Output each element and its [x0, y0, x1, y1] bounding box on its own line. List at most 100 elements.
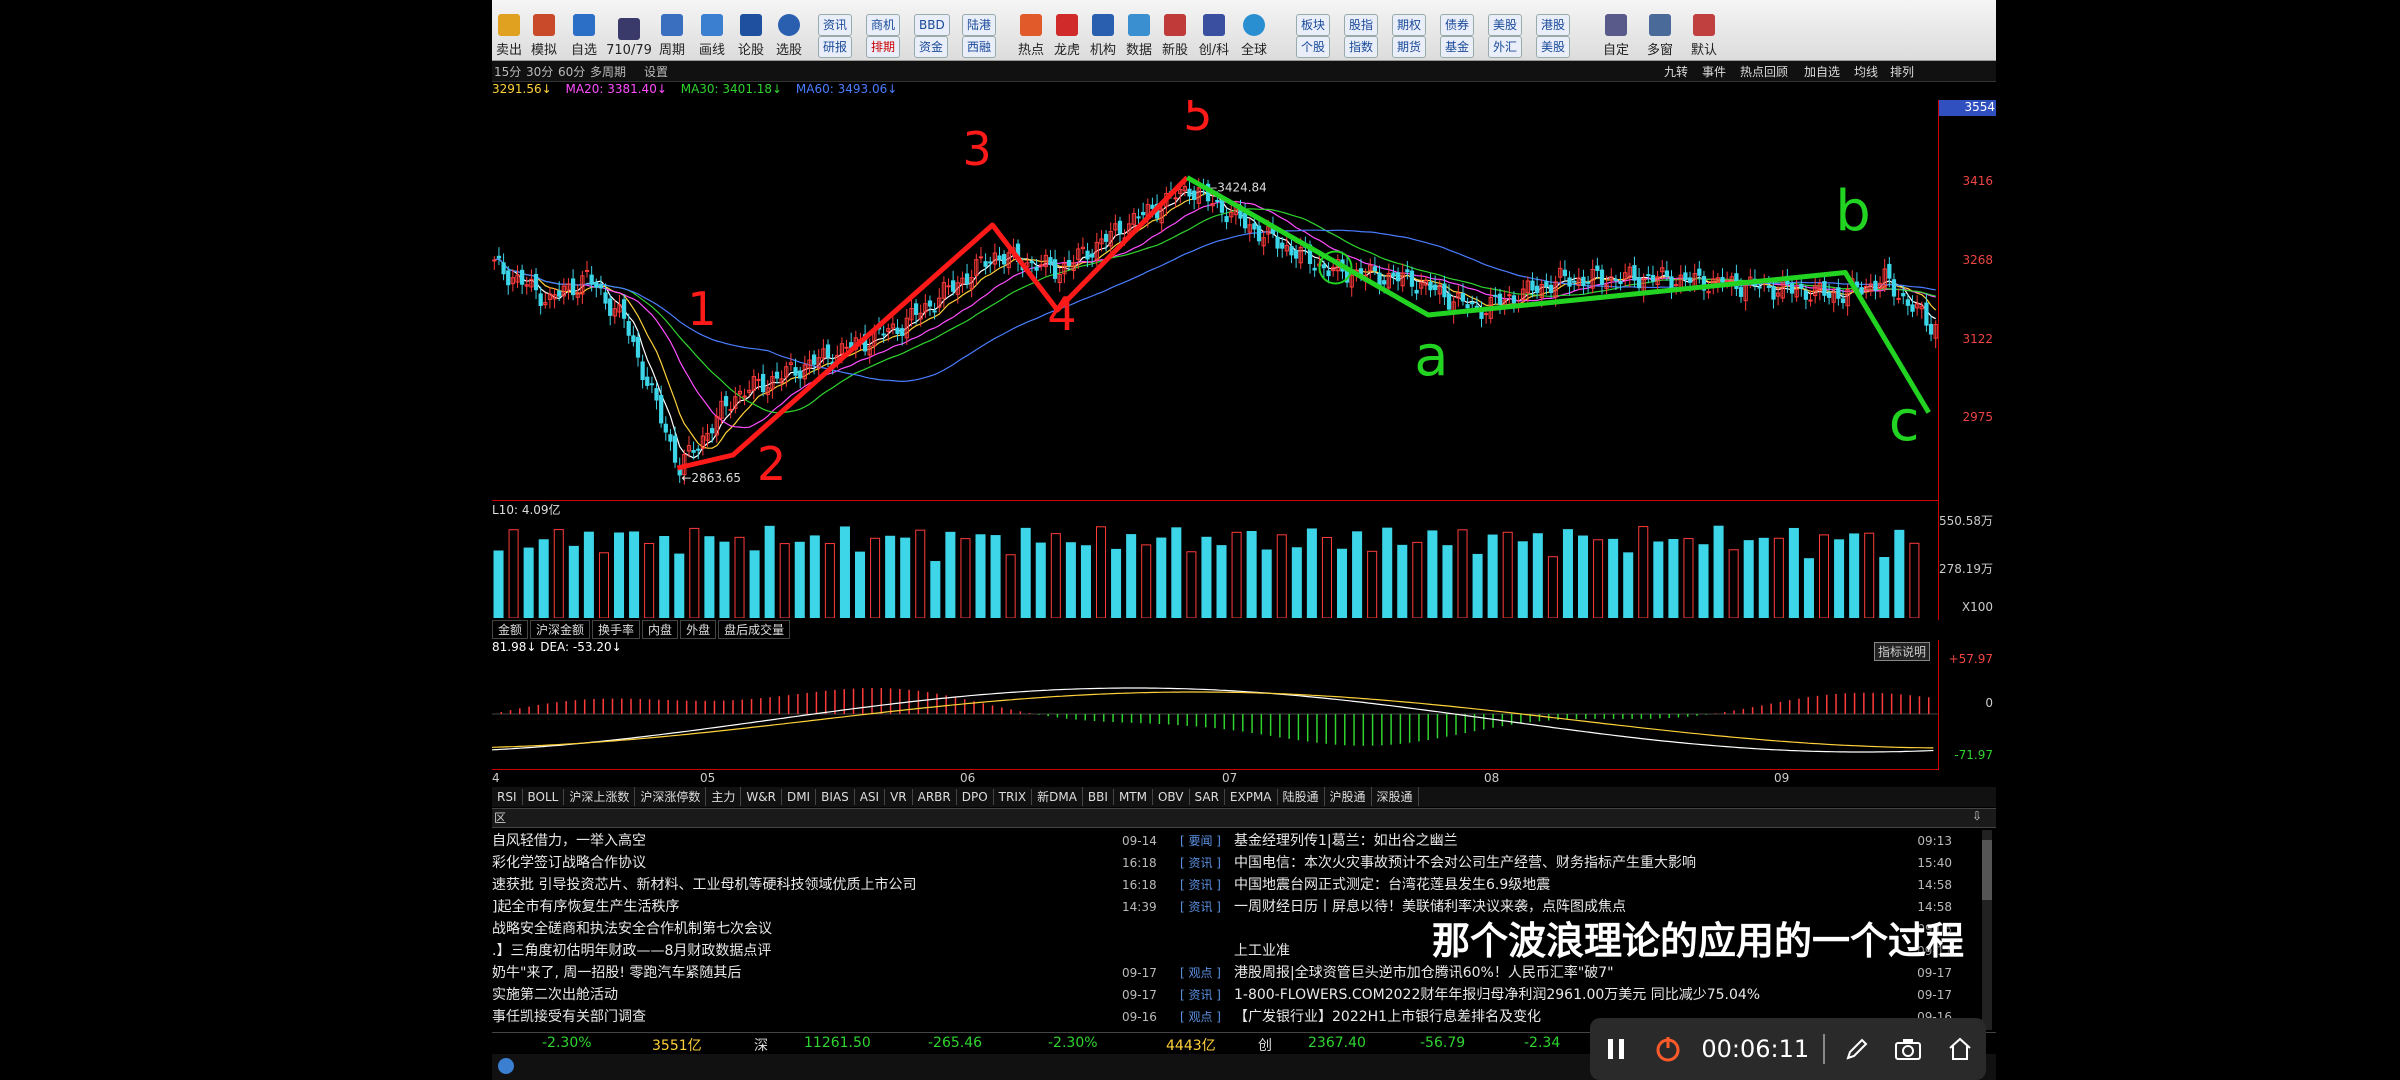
toolbar-screener-button[interactable]: 选股	[772, 4, 806, 58]
pill-funds[interactable]: 资金	[914, 36, 949, 58]
download-icon[interactable]: ⇩	[1972, 809, 1982, 823]
indicator-tab[interactable]: 深股通	[1372, 787, 1419, 806]
news-item[interactable]: .】三角度初估明年财政——8月财政数据点评	[492, 940, 1092, 962]
menu-arrange[interactable]: 排列	[1890, 63, 1914, 80]
vtab-amount[interactable]: 金额	[492, 620, 529, 639]
news-item[interactable]: 09-17 [ 观点 ] 港股周报|全球资管巨头逆市加仓腾讯60%！人民币汇率"破7…	[1122, 962, 1952, 984]
pill-forex[interactable]: 外汇	[1488, 36, 1523, 58]
indicator-tab[interactable]: DPO	[957, 789, 994, 805]
vtab-turnover[interactable]: 换手率	[592, 620, 641, 639]
indicator-tab[interactable]: MTM	[1114, 789, 1153, 805]
menu-hot-review[interactable]: 热点回顾	[1740, 63, 1788, 80]
toolbar-watchlist-button[interactable]: 自选	[566, 4, 602, 58]
menu-add-watch[interactable]: 加自选	[1804, 63, 1840, 80]
news-scrollbar[interactable]	[1982, 830, 1992, 1030]
indicator-tab[interactable]: ARBR	[913, 789, 957, 805]
toolbar-default-button[interactable]: 默认	[1684, 4, 1724, 58]
pill-hk-stocks[interactable]: 港股	[1536, 14, 1571, 36]
toolbar-period-button[interactable]: 周期	[654, 4, 690, 58]
period-multi[interactable]: 多周期	[590, 63, 626, 80]
news-item[interactable]: ]起全市有序恢复生产生活秩序	[492, 896, 1092, 918]
indicator-tab[interactable]: BOLL	[523, 789, 565, 805]
news-item[interactable]: 16:18 [ 资讯 ] 中国地震台网正式测定：台湾花莲县发生6.9级地震 14:58	[1122, 874, 1952, 896]
candlestick-chart[interactable]: —3424.84←2863.6512345abc	[492, 100, 1938, 500]
pill-us-2[interactable]: 美股	[1536, 36, 1571, 58]
news-item[interactable]: 战略安全磋商和执法安全合作机制第七次会议	[492, 918, 1092, 940]
vtab-outer[interactable]: 外盘	[680, 620, 717, 639]
pill-single-stock[interactable]: 个股	[1296, 36, 1331, 58]
pill-lugang[interactable]: 陆港	[962, 14, 997, 36]
indicator-tab[interactable]: W&R	[741, 789, 782, 805]
pill-index[interactable]: 指数	[1344, 36, 1379, 58]
news-item[interactable]: 实施第二次出舱活动	[492, 984, 1092, 1006]
indicator-tab[interactable]: RSI	[492, 789, 523, 805]
period-30m[interactable]: 30分	[526, 63, 553, 80]
vtab-inner[interactable]: 内盘	[642, 620, 679, 639]
pill-news[interactable]: 资讯	[818, 14, 853, 36]
pill-futures[interactable]: 期货	[1392, 36, 1427, 58]
toolbar-simulate-button[interactable]: 模拟	[526, 4, 562, 58]
pill-options[interactable]: 期权	[1392, 14, 1427, 36]
toolbar-star-market-button[interactable]: 创/科	[1194, 4, 1234, 58]
pill-bonds[interactable]: 债券	[1440, 14, 1475, 36]
toolbar-global-button[interactable]: 全球	[1236, 4, 1272, 58]
pill-bbd[interactable]: BBD	[914, 14, 950, 36]
toolbar-custom-button[interactable]: 自定	[1596, 4, 1636, 58]
indicator-tab[interactable]: 沪股通	[1325, 787, 1372, 806]
menu-nine-turns[interactable]: 九转	[1664, 63, 1688, 80]
home-icon[interactable]	[1944, 1031, 1976, 1067]
indicator-tab[interactable]: BIAS	[816, 789, 855, 805]
indicator-help-button[interactable]: 指标说明	[1874, 642, 1931, 661]
indicator-tab[interactable]: SAR	[1190, 789, 1225, 805]
indicator-tab[interactable]: DMI	[782, 789, 817, 805]
toolbar-institution-button[interactable]: 机构	[1086, 4, 1120, 58]
toolbar-multiwindow-button[interactable]: 多窗	[1640, 4, 1680, 58]
indicator-tab[interactable]: OBV	[1153, 789, 1190, 805]
pill-us-stocks[interactable]: 美股	[1488, 14, 1523, 36]
pill-opportunity[interactable]: 商机	[866, 14, 901, 36]
pill-sector[interactable]: 板块	[1296, 14, 1331, 36]
indicator-tab[interactable]: BBI	[1083, 789, 1114, 805]
news-item[interactable]: 事任凯接受有关部门调查	[492, 1006, 1092, 1028]
news-item[interactable]: 彩化学签订战略合作协议	[492, 852, 1092, 874]
indicator-tab[interactable]: ASI	[855, 789, 886, 805]
app-icon[interactable]	[498, 1058, 514, 1074]
pill-schedule[interactable]: 排期	[866, 36, 901, 58]
toolbar-discuss-button[interactable]: 论股	[734, 4, 768, 58]
toolbar-draw-button[interactable]: 画线	[694, 4, 730, 58]
pause-icon[interactable]	[1600, 1031, 1632, 1067]
indicator-tab[interactable]: 陆股通	[1278, 787, 1325, 806]
period-settings[interactable]: 设置	[644, 63, 668, 80]
news-item[interactable]: 速获批 引导投资芯片、新材料、工业母机等硬科技领域优质上市公司	[492, 874, 1092, 896]
menu-ma[interactable]: 均线	[1854, 63, 1878, 80]
pill-xirong[interactable]: 西融	[962, 36, 997, 58]
pill-research[interactable]: 研报	[818, 36, 853, 58]
news-item[interactable]: 奶牛"来了, 周一招股! 零跑汽车紧随其后	[492, 962, 1092, 984]
toolbar-dragon-button[interactable]: 龙虎	[1050, 4, 1084, 58]
camera-icon[interactable]	[1893, 1031, 1925, 1067]
toolbar-data-button[interactable]: 数据	[1122, 4, 1156, 58]
vtab-hs-amount[interactable]: 沪深金额	[530, 620, 591, 639]
period-60m[interactable]: 60分	[558, 63, 585, 80]
news-item[interactable]: 自风轻借力，一举入高空	[492, 830, 1092, 852]
toolbar-hot-button[interactable]: 热点	[1014, 4, 1048, 58]
menu-events[interactable]: 事件	[1702, 63, 1726, 80]
toolbar-710-button[interactable]: 710/79	[606, 4, 652, 58]
news-item[interactable]: 09-14 [ 要闻 ] 基金经理列传1|葛兰：如出谷之幽兰 09:13	[1122, 830, 1952, 852]
pen-icon[interactable]	[1841, 1031, 1873, 1067]
news-item[interactable]: 16:18 [ 资讯 ] 中国电信：本次火灾事故预计不会对公司生产经营、财务指标产生…	[1122, 852, 1952, 874]
toolbar-ipo-button[interactable]: 新股	[1158, 4, 1192, 58]
indicator-tab[interactable]: 主力	[706, 787, 742, 806]
indicator-tab[interactable]: EXPMA	[1225, 789, 1278, 805]
news-item[interactable]: 09-17 [ 资讯 ] 1-800-FLOWERS.COM2022财年年报归母净利…	[1122, 984, 1952, 1006]
indicator-tab[interactable]: TRIX	[994, 789, 1033, 805]
indicator-tab[interactable]: 沪深上涨数	[564, 787, 636, 806]
pill-funds-2[interactable]: 基金	[1440, 36, 1475, 58]
vtab-after-hours[interactable]: 盘后成交量	[718, 620, 791, 639]
toolbar-sell-button[interactable]: 卖出	[494, 4, 524, 58]
indicator-tab[interactable]: 新DMA	[1032, 787, 1083, 806]
indicator-tab[interactable]: 沪深涨停数	[635, 787, 707, 806]
stop-icon[interactable]	[1652, 1031, 1684, 1067]
pill-stock-index[interactable]: 股指	[1344, 14, 1379, 36]
indicator-tab[interactable]: VR	[885, 789, 913, 805]
